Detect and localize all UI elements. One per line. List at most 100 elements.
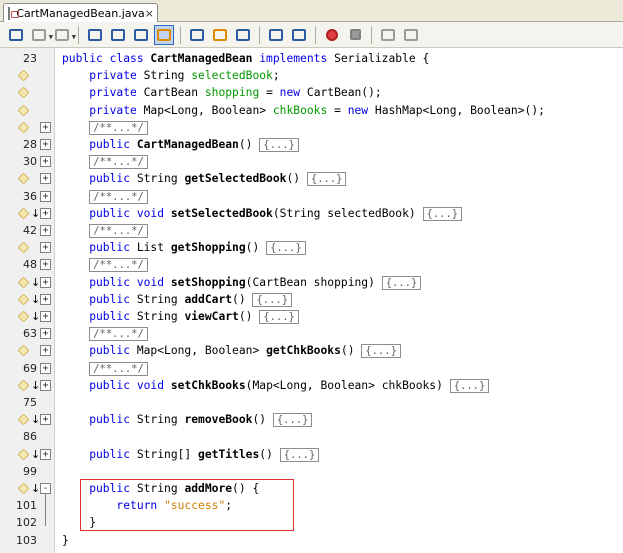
annotation-marker-icon[interactable] (17, 87, 30, 99)
expand-fold-icon[interactable]: + (40, 414, 51, 426)
find-previous-icon[interactable] (108, 25, 128, 45)
annotation-marker-icon[interactable] (17, 482, 30, 495)
expand-fold-icon[interactable]: + (40, 225, 51, 236)
annotation-marker-icon[interactable] (17, 207, 30, 220)
collapsed-code-block[interactable]: /**...*/ (89, 361, 148, 376)
implements-arrow-icon[interactable]: ↓ (31, 275, 40, 290)
annotation-marker-icon[interactable] (17, 379, 30, 392)
expand-fold-icon[interactable]: + (40, 362, 51, 374)
code-line[interactable]: ↓ + public String addCart() {...} (0, 291, 623, 308)
expand-fold-icon[interactable]: + (40, 139, 51, 150)
code-line[interactable]: 23 public class CartManagedBean implement… (0, 50, 623, 67)
expand-fold-icon[interactable]: + (40, 207, 51, 219)
code-line[interactable]: 63 + /**...*/ (0, 325, 623, 342)
next-bookmark-icon[interactable] (210, 25, 230, 45)
code-line[interactable]: 36 + /**...*/ (0, 188, 623, 205)
annotation-marker-icon[interactable] (17, 310, 30, 323)
code-line[interactable]: 86 (0, 428, 623, 445)
expand-fold-icon[interactable]: + (40, 293, 51, 305)
code-line[interactable]: ↓ + public String removeBook() {...} (0, 411, 623, 428)
collapsed-code-block[interactable]: {...} (381, 275, 422, 290)
collapsed-code-block[interactable]: {...} (306, 172, 347, 187)
implements-arrow-icon[interactable]: ↓ (31, 292, 40, 307)
back-icon[interactable] (6, 25, 26, 45)
collapsed-code-block[interactable]: {...} (272, 413, 313, 428)
uncomment-icon[interactable] (401, 25, 421, 45)
collapsed-code-block[interactable]: {...} (361, 344, 401, 359)
code-line[interactable]: private String selectedBook; (0, 67, 623, 84)
expand-fold-icon[interactable]: + (40, 276, 51, 288)
expand-fold-icon[interactable]: + (40, 328, 51, 340)
code-line[interactable]: + /**...*/ (0, 119, 623, 136)
code-line[interactable]: 30 + /**...*/ (0, 153, 623, 170)
code-line[interactable]: 75 (0, 394, 623, 411)
implements-arrow-icon[interactable]: ↓ (31, 309, 40, 324)
collapsed-code-block[interactable]: {...} (259, 310, 299, 324)
collapsed-code-block[interactable]: {...} (252, 292, 293, 307)
annotation-marker-icon[interactable] (17, 276, 30, 288)
code-line[interactable]: private Map<Long, Boolean> chkBooks = ne… (0, 102, 623, 119)
implements-arrow-icon[interactable]: ↓ (31, 412, 40, 427)
previous-bookmark-icon[interactable] (187, 25, 207, 45)
expand-fold-icon[interactable]: + (40, 259, 51, 271)
code-line[interactable]: + public String getSelectedBook() {...} (0, 170, 623, 187)
code-line[interactable]: ↓ + public void setShopping(CartBean shop… (0, 274, 623, 291)
record-macro-icon[interactable] (322, 25, 342, 45)
tab-cartmanagedbean[interactable]: CartManagedBean.java × (3, 3, 158, 22)
collapsed-code-block[interactable]: {...} (449, 378, 490, 393)
code-line[interactable]: + public List getShopping() {...} (0, 239, 623, 256)
collapsed-code-block[interactable]: /**...*/ (89, 155, 148, 170)
expand-fold-icon[interactable]: + (40, 311, 51, 322)
expand-fold-icon[interactable]: + (40, 121, 51, 133)
annotation-marker-icon[interactable] (17, 413, 30, 426)
code-line[interactable]: ↓ + public void setSelectedBook(String se… (0, 205, 623, 222)
annotation-marker-icon[interactable] (17, 293, 30, 306)
annotation-marker-icon[interactable] (17, 241, 30, 254)
history-icon[interactable]: ▼ (52, 25, 76, 45)
annotation-marker-icon[interactable] (17, 104, 30, 116)
shift-right-icon[interactable] (289, 25, 309, 45)
implements-arrow-icon[interactable]: ↓ (31, 481, 40, 496)
code-line[interactable]: ↓ + public String[] getTitles() {...} (0, 446, 623, 463)
find-selection-icon[interactable] (85, 25, 105, 45)
collapsed-code-block[interactable]: {...} (266, 241, 306, 256)
expand-fold-icon[interactable]: + (40, 448, 51, 460)
expand-fold-icon[interactable]: + (40, 156, 51, 168)
annotation-marker-icon[interactable] (17, 69, 30, 82)
comment-icon[interactable] (378, 25, 398, 45)
collapsed-code-block[interactable]: /**...*/ (89, 120, 148, 135)
code-line[interactable]: private CartBean shopping = new CartBean… (0, 84, 623, 101)
code-line[interactable]: 99 (0, 463, 623, 480)
toggle-highlight-icon[interactable] (154, 24, 174, 45)
expand-fold-icon[interactable]: + (40, 173, 51, 185)
collapsed-code-block[interactable]: {...} (422, 206, 463, 221)
expand-fold-icon[interactable]: + (40, 345, 51, 357)
collapsed-code-block[interactable]: /**...*/ (89, 189, 148, 204)
expand-fold-icon[interactable]: + (40, 242, 51, 254)
code-line[interactable]: 42 + /**...*/ (0, 222, 623, 239)
shift-left-icon[interactable] (266, 25, 286, 45)
collapsed-code-block[interactable]: /**...*/ (89, 258, 148, 273)
code-line[interactable]: 69 + /**...*/ (0, 360, 623, 377)
code-line[interactable]: 103} (0, 532, 623, 549)
implements-arrow-icon[interactable]: ↓ (31, 447, 40, 462)
implements-arrow-icon[interactable]: ↓ (31, 206, 40, 221)
collapsed-code-block[interactable]: /**...*/ (89, 327, 148, 342)
toggle-bookmark-icon[interactable] (233, 25, 253, 45)
find-next-icon[interactable] (131, 25, 151, 45)
expand-fold-icon[interactable]: + (40, 190, 51, 202)
collapsed-code-block[interactable]: {...} (259, 138, 299, 152)
code-editor[interactable]: 23 public class CartManagedBean implement… (0, 48, 623, 553)
forward-icon[interactable]: ▼ (29, 25, 53, 45)
code-line[interactable]: 28 + public CartManagedBean() {...} (0, 136, 623, 153)
implements-arrow-icon[interactable]: ↓ (31, 378, 40, 393)
stop-macro-icon[interactable] (345, 25, 365, 45)
close-tab-icon[interactable]: × (145, 7, 154, 20)
annotation-marker-icon[interactable] (17, 121, 30, 134)
annotation-marker-icon[interactable] (17, 345, 30, 357)
expand-fold-icon[interactable]: + (40, 379, 51, 391)
code-line[interactable]: ↓ + public void setChkBooks(Map<Long, Boo… (0, 377, 623, 394)
code-line[interactable]: ↓ + public String viewCart() {...} (0, 308, 623, 325)
annotation-marker-icon[interactable] (17, 448, 30, 460)
code-line[interactable]: 48 + /**...*/ (0, 256, 623, 273)
